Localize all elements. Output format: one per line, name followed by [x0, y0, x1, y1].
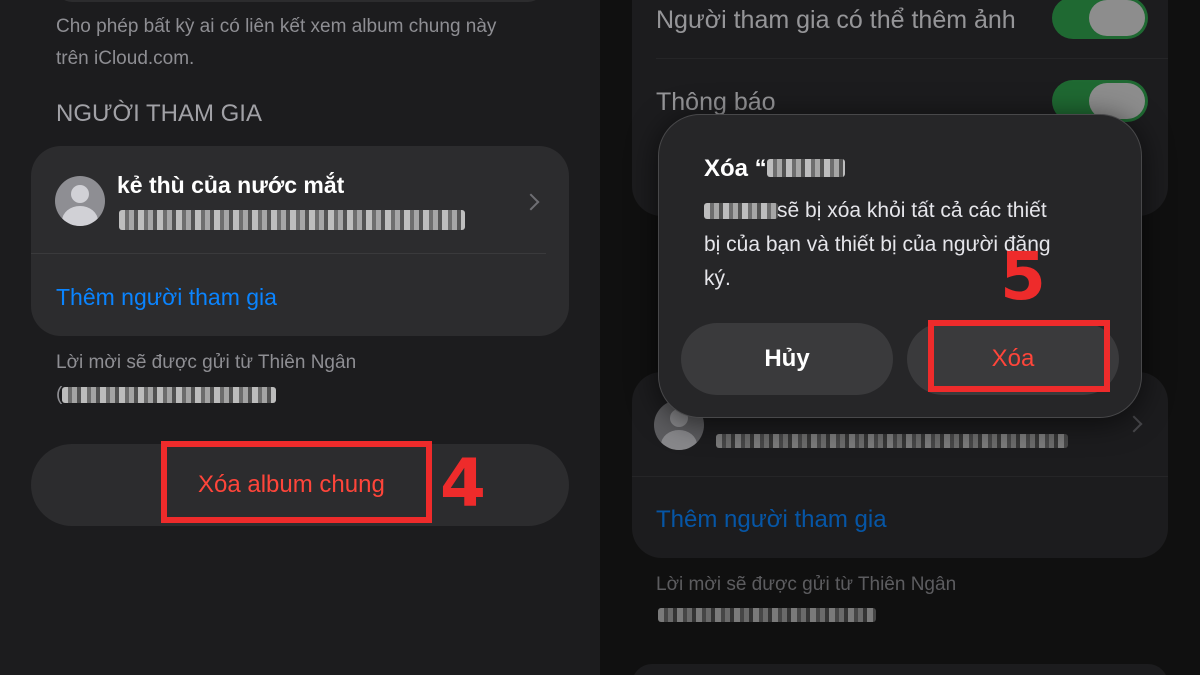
album-name-redacted [704, 203, 778, 219]
participant-row[interactable]: kẻ thù của nước mắt [31, 146, 569, 252]
cancel-button-label: Hủy [764, 345, 810, 372]
link-setting-card-edge [56, 0, 544, 2]
album-name-redacted [767, 159, 845, 177]
dialog-message-line3: ký. [704, 267, 731, 290]
invite-note: Lời mời sẽ được gửi từ Thiên Ngân [56, 352, 357, 373]
share-description-line1: Cho phép bất kỳ ai có liên kết xem album… [56, 16, 497, 37]
dialog-message-line2: bị của bạn và thiết bị của người đăng [704, 233, 1051, 256]
share-description-line2: trên iCloud.com. [56, 48, 195, 69]
dialog-title-prefix: Xóa “ [704, 155, 767, 182]
left-screen: Cho phép bất kỳ ai có liên kết xem album… [0, 0, 600, 675]
divider [31, 253, 546, 254]
dialog-message-line1: sẽ bị xóa khỏi tất cả các thiết [777, 199, 1047, 222]
participant-email-redacted [119, 210, 465, 230]
add-participant-link[interactable]: Thêm người tham gia [56, 284, 277, 311]
highlight-box [161, 441, 432, 523]
invite-email-redacted [62, 387, 276, 403]
participants-section-header: NGƯỜI THAM GIA [56, 100, 262, 127]
participant-name: kẻ thù của nước mắt [117, 172, 345, 198]
participants-card: kẻ thù của nước mắt Thêm người tham gia [31, 146, 569, 336]
cancel-button[interactable]: Hủy [681, 323, 893, 395]
dialog-title: Xóa “ [704, 155, 767, 183]
highlight-box [928, 320, 1110, 392]
step-number: 5 [1000, 238, 1046, 315]
chevron-right-icon [522, 193, 540, 211]
step-number: 4 [440, 445, 486, 522]
person-avatar-icon [55, 176, 105, 226]
